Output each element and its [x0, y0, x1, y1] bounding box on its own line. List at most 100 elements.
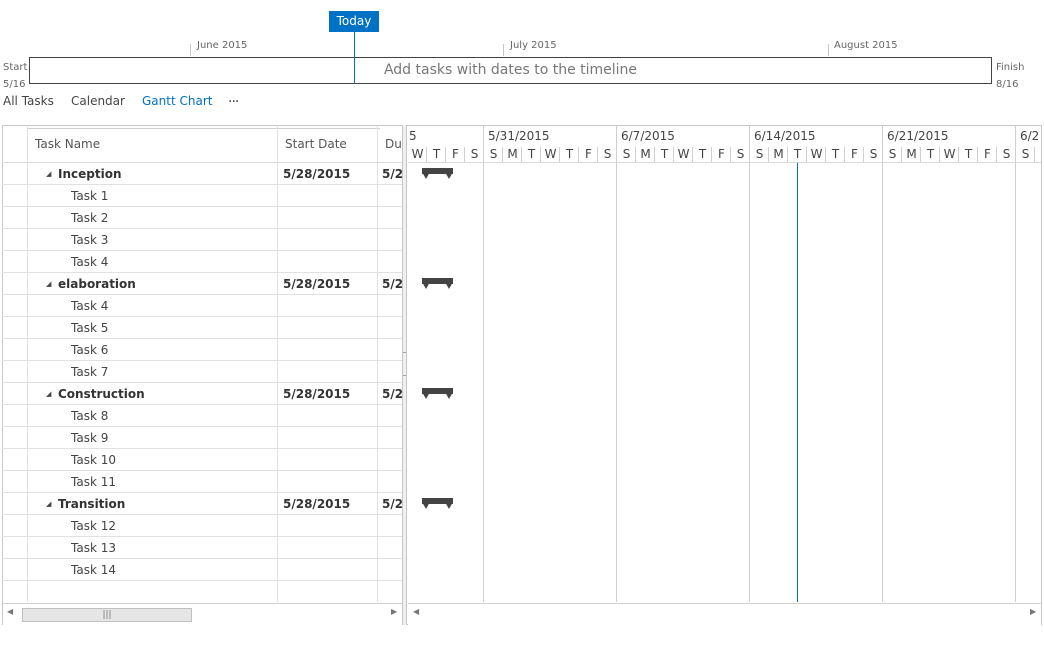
- day-label: W: [677, 147, 690, 161]
- task-name-cell[interactable]: Construction: [58, 383, 275, 405]
- scroll-right-icon[interactable]: ▶: [391, 607, 397, 616]
- scroll-right-icon[interactable]: ▶: [1030, 607, 1036, 616]
- header-divider: [408, 162, 1041, 163]
- day-label: S: [888, 147, 897, 161]
- timeline-finish-date: 8/16: [996, 79, 1019, 90]
- timeline-bar[interactable]: Add tasks with dates to the timeline: [29, 57, 992, 84]
- tab-all-tasks[interactable]: All Tasks: [3, 94, 54, 108]
- day-label: T: [831, 147, 840, 161]
- task-name-cell[interactable]: elaboration: [58, 273, 275, 295]
- start-date-cell[interactable]: 5/28/2015: [283, 383, 375, 405]
- day-label: M: [640, 147, 651, 161]
- splitter-grip-icon[interactable]: [403, 352, 406, 376]
- table-row[interactable]: Task 4: [2, 251, 402, 273]
- table-row[interactable]: Task 4: [2, 295, 402, 317]
- table-row[interactable]: Task 2: [2, 207, 402, 229]
- table-row[interactable]: Task 1: [2, 185, 402, 207]
- task-name-cell[interactable]: Task 9: [71, 427, 275, 449]
- week-label: 6/2: [1020, 129, 1040, 143]
- task-name-cell[interactable]: Inception: [58, 163, 275, 185]
- today-marker-line: [354, 57, 355, 84]
- day-label: F: [585, 147, 592, 161]
- task-name-cell[interactable]: Task 7: [71, 361, 275, 383]
- day-label: S: [603, 147, 612, 161]
- collapse-triangle-icon[interactable]: ◢: [46, 493, 51, 515]
- scroll-left-icon[interactable]: ◀: [413, 607, 419, 616]
- summary-task-row[interactable]: ◢ Construction 5/28/2015 5/2: [2, 383, 402, 405]
- task-grid-scrollbar[interactable]: ◀ ||| ▶: [3, 603, 402, 625]
- tab-calendar[interactable]: Calendar: [71, 94, 125, 108]
- collapse-triangle-icon[interactable]: ◢: [46, 163, 51, 185]
- day-label: S: [736, 147, 745, 161]
- gantt-chart-pane: 5 W T F S 5/31/2015 S M T W T F S 6/7/2015 S M T W T F S 6/14…: [408, 125, 1041, 602]
- summary-task-bar[interactable]: [422, 498, 453, 510]
- summary-task-bar[interactable]: [422, 168, 453, 180]
- table-row[interactable]: Task 3: [2, 229, 402, 251]
- column-header-task-name[interactable]: Task Name: [35, 125, 275, 162]
- day-label: M: [773, 147, 784, 161]
- due-date-cell[interactable]: 5/2: [382, 383, 402, 405]
- task-name-cell[interactable]: Task 10: [71, 449, 275, 471]
- collapse-triangle-icon[interactable]: ◢: [46, 273, 51, 295]
- due-date-cell[interactable]: 5/2: [382, 163, 402, 185]
- week-label: 5: [409, 129, 417, 143]
- month-label-august: August 2015: [834, 40, 898, 51]
- summary-task-bar[interactable]: [422, 388, 453, 400]
- task-name-cell[interactable]: Task 11: [71, 471, 275, 493]
- bar-start-cap-icon: [422, 502, 431, 509]
- scroll-thumb[interactable]: |||: [22, 608, 192, 622]
- week-gridline: [749, 125, 750, 602]
- start-date-cell[interactable]: 5/28/2015: [283, 273, 375, 295]
- summary-task-row[interactable]: ◢ Inception 5/28/2015 5/2: [2, 163, 402, 185]
- collapse-triangle-icon[interactable]: ◢: [46, 383, 51, 405]
- table-row[interactable]: Task 10: [2, 449, 402, 471]
- day-label: T: [926, 147, 935, 161]
- more-options-icon[interactable]: ···: [228, 94, 239, 110]
- column-header-start-date[interactable]: Start Date: [285, 125, 375, 162]
- due-date-cell[interactable]: 5/2: [382, 493, 402, 515]
- table-row[interactable]: Task 13: [2, 537, 402, 559]
- day-label: S: [1021, 147, 1030, 161]
- week-label: 6/14/2015: [754, 129, 816, 143]
- gantt-scrollbar[interactable]: ◀ ▶: [408, 603, 1041, 625]
- task-name-cell[interactable]: Task 12: [71, 515, 275, 537]
- task-name-cell[interactable]: Task 2: [71, 207, 275, 229]
- day-label: T: [527, 147, 536, 161]
- day-label: T: [793, 147, 802, 161]
- task-name-cell[interactable]: Task 4: [71, 295, 275, 317]
- start-date-cell[interactable]: 5/28/2015: [283, 163, 375, 185]
- table-row[interactable]: Task 9: [2, 427, 402, 449]
- task-name-cell[interactable]: Task 14: [71, 559, 275, 581]
- scroll-left-icon[interactable]: ◀: [7, 607, 13, 616]
- summary-task-bar[interactable]: [422, 278, 453, 290]
- due-date-cell[interactable]: 5/2: [382, 273, 402, 295]
- task-name-cell[interactable]: Task 13: [71, 537, 275, 559]
- day-label: W: [943, 147, 956, 161]
- task-name-cell[interactable]: Task 4: [71, 251, 275, 273]
- task-name-cell[interactable]: Task 3: [71, 229, 275, 251]
- week-gridline: [616, 125, 617, 602]
- month-tick: [828, 44, 829, 56]
- summary-task-row[interactable]: ◢ elaboration 5/28/2015 5/2: [2, 273, 402, 295]
- task-name-cell[interactable]: Task 5: [71, 317, 275, 339]
- table-row[interactable]: Task 12: [2, 515, 402, 537]
- summary-task-row[interactable]: ◢ Transition 5/28/2015 5/2: [2, 493, 402, 515]
- task-name-cell[interactable]: Transition: [58, 493, 275, 515]
- table-row[interactable]: Task 5: [2, 317, 402, 339]
- column-header-duration[interactable]: Du: [385, 125, 402, 162]
- week-gridline: [483, 125, 484, 602]
- task-name-cell[interactable]: Task 6: [71, 339, 275, 361]
- table-row[interactable]: Task 14: [2, 559, 402, 581]
- table-row[interactable]: Task 7: [2, 361, 402, 383]
- tab-gantt-chart[interactable]: Gantt Chart: [142, 94, 212, 108]
- day-label: F: [984, 147, 991, 161]
- table-row[interactable]: Task 8: [2, 405, 402, 427]
- task-name-cell[interactable]: Task 1: [71, 185, 275, 207]
- timeline-start-date: 5/16: [3, 79, 26, 90]
- task-name-cell[interactable]: Task 8: [71, 405, 275, 427]
- table-row[interactable]: Task 6: [2, 339, 402, 361]
- empty-row: [2, 581, 402, 602]
- today-gridline: [797, 162, 798, 602]
- table-row[interactable]: Task 11: [2, 471, 402, 493]
- start-date-cell[interactable]: 5/28/2015: [283, 493, 375, 515]
